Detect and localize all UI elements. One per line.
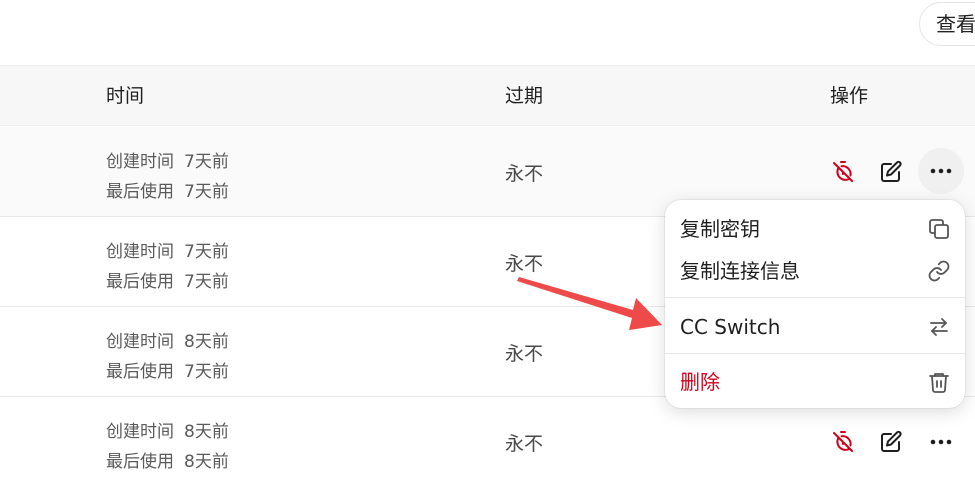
created-time: 创建时间 8天前 bbox=[106, 332, 229, 352]
copy-icon bbox=[929, 219, 949, 239]
view-button[interactable]: 查看 bbox=[919, 2, 975, 46]
link-icon bbox=[928, 260, 950, 282]
disable-timer-icon[interactable] bbox=[828, 157, 858, 187]
expire-value: 永不 bbox=[505, 343, 544, 365]
more-button[interactable] bbox=[918, 148, 964, 194]
menu-item-copy-key[interactable]: 复制密钥 bbox=[665, 208, 965, 250]
created-time: 创建时间 7天前 bbox=[106, 152, 229, 172]
table-row: 创建时间 8天前 最后使用 8天前 永不 bbox=[0, 397, 975, 487]
menu-divider bbox=[665, 297, 965, 298]
created-time: 创建时间 8天前 bbox=[106, 422, 229, 442]
last-used-time: 最后使用 7天前 bbox=[106, 272, 229, 292]
expire-value: 永不 bbox=[505, 163, 544, 185]
last-used-time: 最后使用 7天前 bbox=[106, 182, 229, 202]
trash-icon bbox=[929, 373, 949, 393]
more-icon bbox=[930, 168, 952, 174]
edit-icon[interactable] bbox=[876, 157, 906, 187]
actions-dropdown-menu: 复制密钥 复制连接信息 CC Switch 删除 bbox=[665, 200, 965, 408]
menu-divider bbox=[665, 353, 965, 354]
more-icon[interactable] bbox=[928, 427, 954, 457]
created-time: 创建时间 7天前 bbox=[106, 242, 229, 262]
last-used-time: 最后使用 7天前 bbox=[106, 362, 229, 382]
table-header: 时间 过期 操作 bbox=[0, 65, 975, 126]
header-time: 时间 bbox=[106, 85, 145, 107]
menu-item-copy-connection[interactable]: 复制连接信息 bbox=[665, 250, 965, 292]
switch-icon bbox=[930, 318, 948, 336]
header-actions: 操作 bbox=[830, 85, 869, 107]
disable-timer-icon[interactable] bbox=[828, 427, 858, 457]
expire-value: 永不 bbox=[505, 253, 544, 275]
menu-item-delete[interactable]: 删除 bbox=[665, 361, 965, 403]
header-expire: 过期 bbox=[505, 85, 544, 107]
expire-value: 永不 bbox=[505, 433, 544, 455]
menu-item-cc-switch[interactable]: CC Switch bbox=[665, 306, 965, 348]
edit-icon[interactable] bbox=[876, 427, 906, 457]
last-used-time: 最后使用 8天前 bbox=[106, 452, 229, 472]
